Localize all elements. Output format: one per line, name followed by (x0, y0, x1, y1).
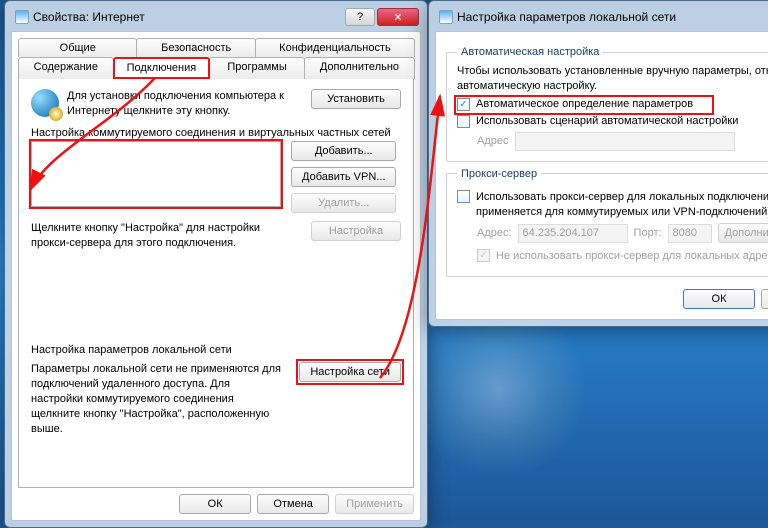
bypass-local-label: Не использовать прокси-сервер для локаль… (496, 250, 768, 262)
dial-section-label: Настройка коммутируемого соединения и ви… (31, 127, 401, 139)
use-proxy-checkbox[interactable] (457, 190, 470, 203)
use-proxy-label: Использовать прокси-сервер для локальных… (476, 190, 768, 220)
proxy-port-label: Порт: (634, 227, 662, 239)
setup-description: Для установки подключения компьютера к И… (67, 89, 301, 119)
tab-programs[interactable]: Программы (209, 57, 305, 79)
window2-titlebar: Настройка параметров локальной сети ✕ (435, 7, 768, 31)
tab-security[interactable]: Безопасность (136, 38, 255, 57)
internet-options-icon (15, 10, 29, 24)
delete-button: Удалить... (291, 193, 396, 213)
globe-icon (31, 89, 59, 117)
script-address-label: Адрес (477, 135, 509, 147)
close-button[interactable]: ✕ (377, 8, 419, 26)
auto-config-legend: Автоматическая настройка (457, 46, 603, 58)
auto-detect-label: Автоматическое определение параметров (476, 98, 693, 110)
proxy-legend: Прокси-сервер (457, 168, 541, 180)
lan-section-label: Настройка параметров локальной сети (31, 344, 401, 356)
tab-privacy[interactable]: Конфиденциальность (255, 38, 415, 57)
setup-button[interactable]: Установить (311, 89, 401, 109)
apply-button: Применить (335, 494, 414, 514)
proxy-group: Прокси-сервер Использовать прокси-сервер… (446, 168, 768, 278)
ok-button[interactable]: ОК (179, 494, 251, 514)
help-button[interactable]: ? (345, 8, 375, 26)
window2-title: Настройка параметров локальной сети (457, 10, 676, 24)
proxy-address-field: 64.235.204.107 (518, 224, 628, 243)
script-address-field (515, 132, 735, 151)
lan-settings-button[interactable]: Настройка сети (299, 362, 401, 382)
use-script-label: Использовать сценарий автоматической нас… (476, 115, 738, 127)
tab-general[interactable]: Общие (18, 38, 137, 57)
tab-advanced[interactable]: Дополнительно (304, 57, 415, 79)
add-button[interactable]: Добавить... (291, 141, 396, 161)
window1-title: Свойства: Интернет (33, 10, 145, 24)
auto-config-description: Чтобы использовать установленные вручную… (457, 64, 768, 94)
proxy-port-field: 8080 (668, 224, 712, 243)
add-vpn-button[interactable]: Добавить VPN... (291, 167, 396, 187)
proxy-address-label: Адрес: (477, 227, 512, 239)
proxy-description: Щелкните кнопку "Настройка" для настройк… (31, 221, 301, 251)
tab-content[interactable]: Содержание (18, 57, 114, 79)
lan-description: Параметры локальной сети не применяются … (31, 362, 281, 436)
cancel-button[interactable]: Отмена (761, 289, 768, 309)
tabs: Общие Безопасность Конфиденциальность Со… (18, 38, 414, 79)
dial-settings-button: Настройка (311, 221, 401, 241)
tab-connections[interactable]: Подключения (113, 57, 211, 79)
lan-settings-icon (439, 10, 453, 24)
cancel-button[interactable]: Отмена (257, 494, 329, 514)
window1-titlebar: Свойства: Интернет ? ✕ (11, 7, 421, 31)
bypass-local-checkbox: ✓ (477, 249, 490, 262)
connections-listbox[interactable] (31, 141, 281, 207)
proxy-advanced-button: Дополнительно (718, 223, 768, 243)
auto-config-group: Автоматическая настройка Чтобы использов… (446, 46, 768, 162)
auto-detect-checkbox[interactable]: ✓ (457, 98, 470, 111)
ok-button[interactable]: ОК (683, 289, 755, 309)
use-script-checkbox[interactable] (457, 115, 470, 128)
